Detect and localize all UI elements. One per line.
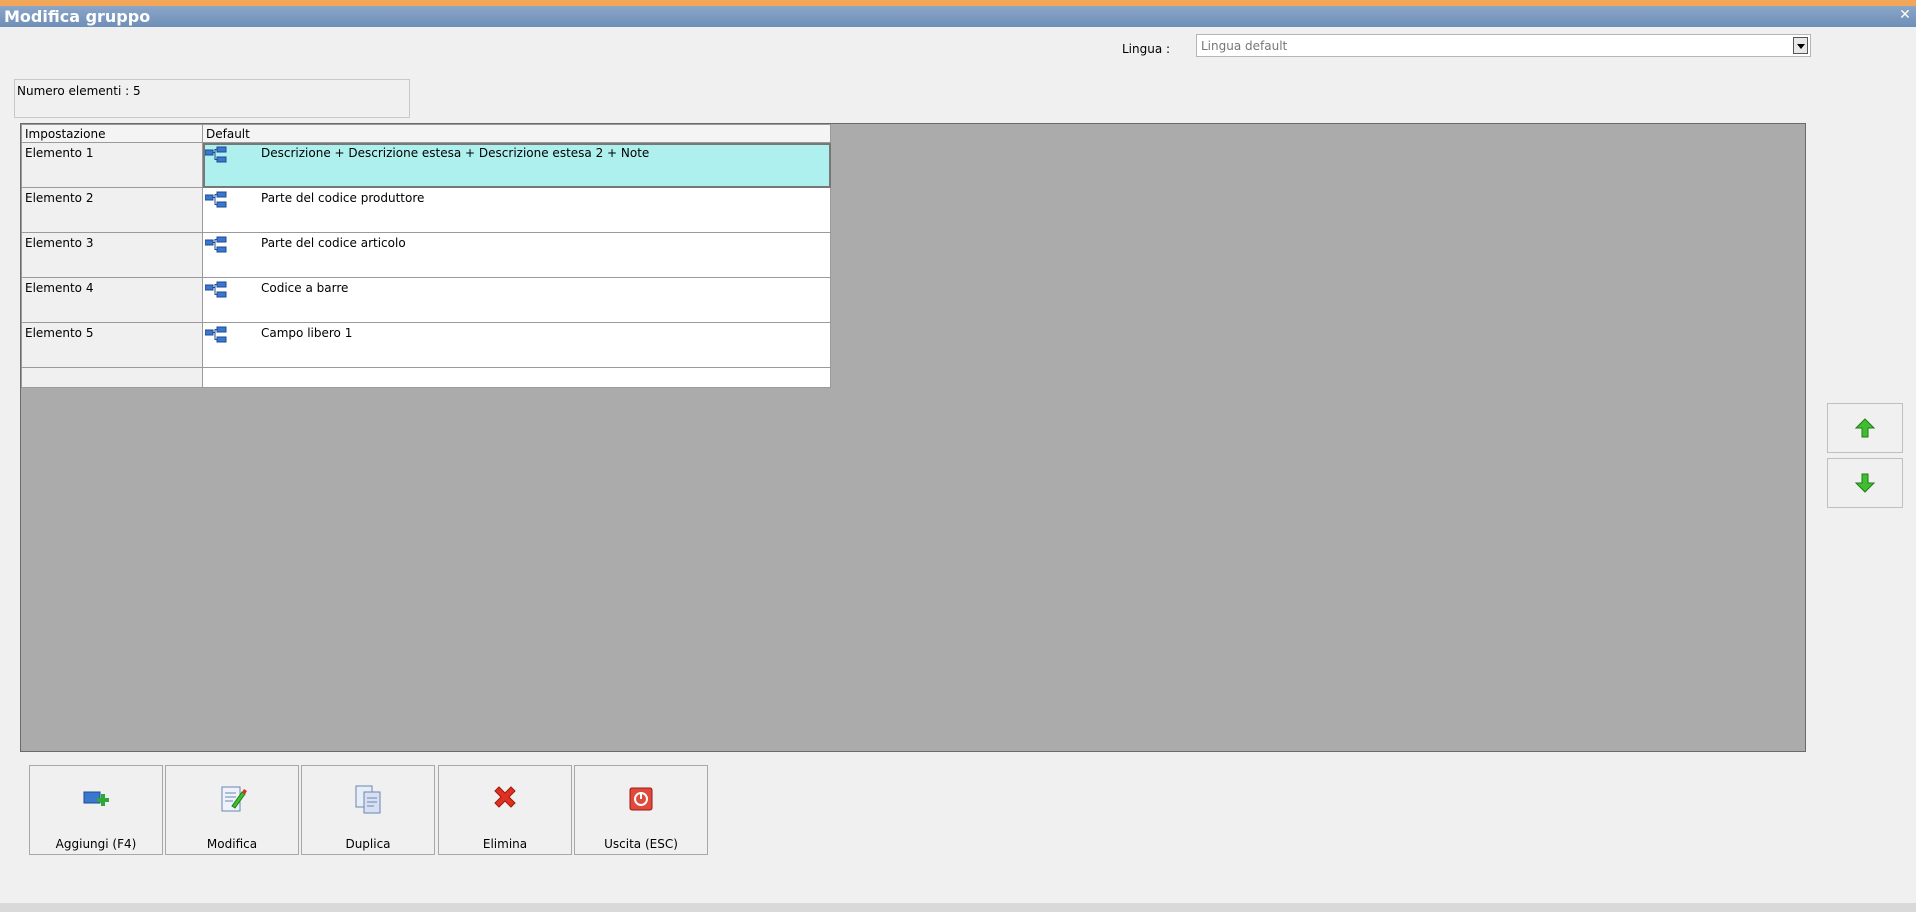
language-select[interactable]: Lingua default — [1196, 34, 1811, 57]
settings-grid: Impostazione Default Elemento 1 Descrizi… — [21, 124, 831, 388]
setting-cell[interactable]: Elemento 3 — [21, 232, 203, 278]
element-count-label: Numero elementi : 5 — [17, 84, 141, 98]
add-button[interactable]: Aggiungi (F4) — [29, 765, 163, 855]
arrow-down-icon — [1854, 473, 1876, 493]
table-row[interactable]: Elemento 2 Parte del codice produttore — [21, 187, 831, 233]
edit-button[interactable]: Modifica — [165, 765, 299, 855]
column-header-setting[interactable]: Impostazione — [21, 124, 203, 143]
setting-cell[interactable]: Elemento 4 — [21, 277, 203, 323]
tree-icon — [205, 191, 227, 208]
value-text: Parte del codice produttore — [261, 191, 425, 205]
table-row[interactable]: Elemento 5 Campo libero 1 — [21, 322, 831, 368]
tree-icon — [205, 146, 227, 163]
add-label: Aggiungi (F4) — [55, 837, 137, 851]
delete-label: Elimina — [482, 837, 528, 851]
edit-icon — [221, 786, 247, 812]
value-text: Campo libero 1 — [261, 326, 353, 340]
value-text: Parte del codice articolo — [261, 236, 406, 250]
duplicate-icon — [355, 785, 381, 814]
chevron-down-icon[interactable] — [1793, 37, 1808, 54]
exit-icon — [629, 787, 653, 811]
exit-button[interactable]: Uscita (ESC) — [574, 765, 708, 855]
value-cell[interactable]: Parte del codice produttore — [202, 187, 831, 233]
language-selected-value: Lingua default — [1201, 39, 1288, 53]
edit-label: Modifica — [206, 837, 258, 851]
element-count-box: Numero elementi : 5 — [14, 79, 410, 118]
value-cell[interactable]: Campo libero 1 — [202, 322, 831, 368]
grid-header-row: Impostazione Default — [21, 124, 831, 143]
new-row[interactable] — [21, 367, 831, 388]
value-cell[interactable]: Descrizione + Descrizione estesa + Descr… — [202, 142, 831, 188]
move-up-button[interactable] — [1827, 403, 1903, 453]
setting-cell[interactable]: Elemento 1 — [21, 142, 203, 188]
table-row[interactable]: Elemento 3 Parte del codice articolo — [21, 232, 831, 278]
tree-icon — [205, 326, 227, 343]
value-text: Codice a barre — [261, 281, 349, 295]
language-label: Lingua : — [1122, 42, 1171, 56]
grid-area: Impostazione Default Elemento 1 Descrizi… — [20, 123, 1806, 752]
duplicate-label: Duplica — [345, 837, 391, 851]
setting-cell-empty[interactable] — [21, 367, 203, 388]
exit-label: Uscita (ESC) — [604, 837, 678, 851]
tree-icon — [205, 281, 227, 298]
window-titlebar: Modifica gruppo ✕ — [0, 6, 1916, 27]
value-cell-empty[interactable] — [202, 367, 831, 388]
duplicate-button[interactable]: Duplica — [301, 765, 435, 855]
delete-button[interactable]: Elimina — [438, 765, 572, 855]
close-icon[interactable]: ✕ — [1897, 7, 1913, 23]
move-down-button[interactable] — [1827, 458, 1903, 508]
setting-cell[interactable]: Elemento 2 — [21, 187, 203, 233]
add-icon — [83, 791, 109, 806]
setting-cell[interactable]: Elemento 5 — [21, 322, 203, 368]
table-row[interactable]: Elemento 1 Descrizione + Descrizione est… — [21, 142, 831, 188]
table-row[interactable]: Elemento 4 Codice a barre — [21, 277, 831, 323]
tree-icon — [205, 236, 227, 253]
value-text: Descrizione + Descrizione estesa + Descr… — [261, 146, 650, 160]
delete-icon — [494, 786, 516, 808]
column-header-default[interactable]: Default — [202, 124, 831, 143]
value-cell[interactable]: Codice a barre — [202, 277, 831, 323]
arrow-up-icon — [1854, 418, 1876, 438]
status-strip — [0, 903, 1916, 912]
value-cell[interactable]: Parte del codice articolo — [202, 232, 831, 278]
window-title: Modifica gruppo — [4, 7, 151, 26]
